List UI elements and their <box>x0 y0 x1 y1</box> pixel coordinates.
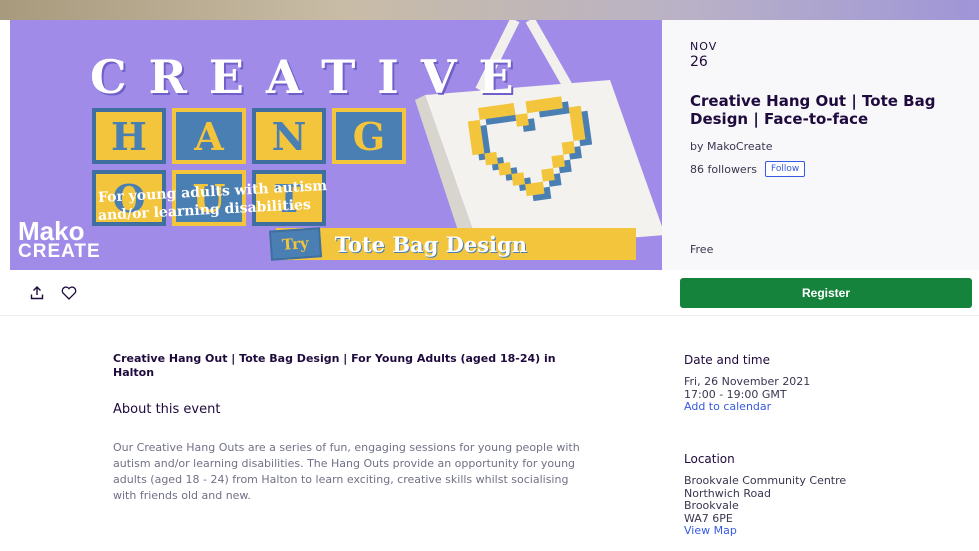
tile-letter: H <box>92 108 166 164</box>
organizer-name[interactable]: by MakoCreate <box>690 140 951 153</box>
date-time-heading: Date and time <box>684 353 770 367</box>
event-title: Creative Hang Out | Tote Bag Design | Fa… <box>690 92 936 128</box>
makocreate-logo: Mako CREATE <box>18 216 101 263</box>
hang-tiles: H A N G <box>92 108 406 164</box>
try-tag: Try <box>269 227 322 261</box>
event-month: NOV <box>690 40 718 53</box>
event-banner-image: CREATIVE H A N G O U T For young adults … <box>10 20 662 270</box>
creative-title: CREATIVE <box>90 50 536 104</box>
about-description: Our Creative Hang Outs are a series of f… <box>113 441 580 502</box>
top-strip <box>0 0 979 20</box>
date-time-section: Date and time Fri, 26 November 2021 17:0… <box>684 353 810 414</box>
follower-count: 86 followers <box>690 162 757 176</box>
address-line: Brookvale <box>684 499 739 512</box>
about-heading: About this event <box>113 402 221 417</box>
heart-icon[interactable] <box>60 284 78 302</box>
tote-bag-design-text: Tote Bag Design <box>334 231 527 257</box>
venue-name: Brookvale Community Centre <box>684 474 847 487</box>
event-info-panel: NOV 26 Creative Hang Out | Tote Bag Desi… <box>662 20 979 270</box>
logo-line: CREATE <box>18 241 101 263</box>
followers-row: 86 followers Follow <box>690 161 951 177</box>
event-day: 26 <box>690 54 708 70</box>
share-icon[interactable] <box>28 284 46 302</box>
view-map-link[interactable]: View Map <box>684 524 846 538</box>
try-tote-bag-banner: Try Tote Bag Design <box>269 227 636 261</box>
tile-letter: N <box>252 108 326 164</box>
follow-button[interactable]: Follow <box>764 161 806 177</box>
tile-letter: G <box>332 108 406 164</box>
tile-letter: A <box>172 108 246 164</box>
location-section: Location Brookvale Community Centre Nort… <box>684 452 846 538</box>
location-heading: Location <box>684 452 735 466</box>
action-bar: Register <box>0 270 979 316</box>
logo-line: Mako <box>18 216 85 246</box>
event-headline: Creative Hang Out | Tote Bag Design | Fo… <box>113 352 556 379</box>
add-to-calendar-link[interactable]: Add to calendar <box>684 400 810 414</box>
register-button[interactable]: Register <box>680 278 972 308</box>
ticket-price: Free <box>690 243 714 256</box>
event-date: Fri, 26 November 2021 <box>684 375 811 388</box>
